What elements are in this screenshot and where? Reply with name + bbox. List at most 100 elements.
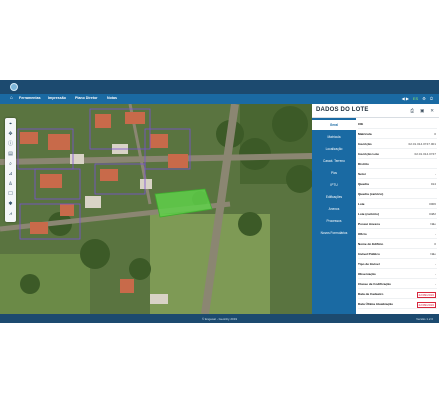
footer-copyright: © Engesat - GeoCity 2019 xyxy=(201,316,238,321)
field-row: Possui Anexos Não xyxy=(358,220,437,229)
menu-item-notas[interactable]: Notas xyxy=(107,96,117,100)
field-value: 02.01.014.0747 xyxy=(414,152,436,156)
info-icon[interactable]: ⓘ xyxy=(7,141,14,148)
locate-icon[interactable]: ⌕ xyxy=(7,161,14,168)
field-label: Quadra (cartório) xyxy=(358,192,384,196)
field-row: CIE xyxy=(358,120,437,129)
field-row: Inscrição Lote 02.01.014.0747 xyxy=(358,150,437,159)
close-icon[interactable]: ✕ xyxy=(430,108,434,114)
field-value: 014 xyxy=(430,182,436,186)
menu-item-impressao[interactable]: Impressão xyxy=(48,96,66,100)
field-row: Data de Cadastro 22/09/2016 xyxy=(358,290,437,299)
field-label: Inscrição xyxy=(358,142,372,146)
field-value: 0482 xyxy=(429,212,436,216)
tab-iptu[interactable]: IPTU xyxy=(312,180,356,190)
app-footer: © Engesat - GeoCity 2019 Versão 1.2.0 xyxy=(0,314,439,323)
field-row: Lote 0006 xyxy=(358,200,437,209)
print-icon[interactable]: ⎙ xyxy=(410,108,414,114)
field-label: Quadra xyxy=(358,182,369,186)
tab-edificacoes[interactable]: Edificações xyxy=(312,192,356,202)
field-label: Observação xyxy=(358,272,376,276)
field-row: Imóvel Público Não xyxy=(358,250,437,259)
field-row: Inscrição 02.01.014.0747.001 xyxy=(358,140,437,149)
field-row: Observação - xyxy=(358,270,437,279)
aerial-map-image xyxy=(0,104,312,314)
field-row: Nome do Edifício 0 xyxy=(358,240,437,249)
tab-processos[interactable]: Processos xyxy=(312,216,356,226)
menubar-right-tools: ◀ ▶ ES ⚙ ⏻ xyxy=(402,96,433,102)
field-label: Possui Anexos xyxy=(358,222,381,226)
footer-version: Versão 1.2.0 xyxy=(416,316,433,321)
panel-tabs: Geral Matrícula Localização Caract. Terr… xyxy=(312,118,356,314)
field-row: Tipo de Imóvel - xyxy=(358,260,437,269)
field-label: Oficio xyxy=(358,232,367,236)
field-value: 0 xyxy=(434,132,436,136)
field-label: Tipo de Imóvel xyxy=(358,262,380,266)
field-label: Nome do Edifício xyxy=(358,242,384,246)
tab-anexos[interactable]: Anexos xyxy=(312,204,356,214)
export-icon[interactable]: ▣ xyxy=(420,108,424,114)
field-label: Imóvel Público xyxy=(358,252,380,256)
field-value: Não xyxy=(430,252,436,256)
map-view[interactable]: ⌖ ✥ ⓘ ▤ ⌕ ⊿ ♙ ☐ ✱ ⩘ xyxy=(0,104,312,314)
field-row: Distrito xyxy=(358,160,437,169)
language-toggle[interactable]: ES xyxy=(413,96,418,102)
field-value: 0 xyxy=(434,242,436,246)
app-logo-icon xyxy=(10,83,18,91)
field-value: - xyxy=(434,272,436,276)
field-label: Data Última Atualização xyxy=(358,302,393,306)
field-row: Quadra 014 xyxy=(358,180,437,189)
field-row: Quadra (cartório) xyxy=(358,190,437,199)
tab-geral[interactable]: Geral xyxy=(312,120,356,130)
field-row: Data Última Atualização 22/09/2016 xyxy=(358,300,437,309)
tab-caract-terreno[interactable]: Caract. Terreno xyxy=(312,156,356,166)
comment-icon[interactable]: ☐ xyxy=(7,191,14,198)
home-icon[interactable]: ⌂ xyxy=(10,96,15,101)
measure-icon[interactable]: ⊿ xyxy=(7,171,14,178)
select-icon[interactable]: ⌖ xyxy=(7,121,14,128)
menu-item-ferramentas[interactable]: Ferramentas xyxy=(19,96,41,100)
panel-header-icons: ⎙ ▣ ✕ xyxy=(410,108,434,114)
chart-icon[interactable]: ⩘ xyxy=(7,211,14,218)
field-row: Classe de Codificação - xyxy=(358,280,437,289)
layers-icon[interactable]: ▤ xyxy=(7,151,14,158)
field-value: - xyxy=(434,282,436,286)
panel-header: DADOS DO LOTE ⎙ ▣ ✕ xyxy=(312,104,439,118)
field-value: 02.01.014.0747.001 xyxy=(408,142,436,146)
field-label: Distrito xyxy=(358,162,369,166)
field-value: 0006 xyxy=(429,202,436,206)
field-value-date: 22/09/2016 xyxy=(416,301,436,308)
field-label: CIE xyxy=(358,122,364,126)
field-label: Classe de Codificação xyxy=(358,282,391,286)
field-label: Lote (cartório) xyxy=(358,212,379,216)
field-row: Matrícula 0 xyxy=(358,130,437,139)
tab-localizacao[interactable]: Localização xyxy=(312,144,356,154)
field-value: - xyxy=(434,172,436,176)
field-label: Setor xyxy=(358,172,366,176)
person-icon[interactable]: ♙ xyxy=(7,181,14,188)
field-row: Oficio - xyxy=(358,230,437,239)
app-window: ⌂ Ferramentas Impressão Plano Diretor No… xyxy=(0,80,439,323)
top-header xyxy=(0,80,439,94)
tab-matricula[interactable]: Matrícula xyxy=(312,132,356,142)
nav-arrows-icon[interactable]: ◀ ▶ xyxy=(402,96,409,102)
field-label: Inscrição Lote xyxy=(358,152,379,156)
field-value: - xyxy=(434,262,436,266)
logout-icon[interactable]: ⏻ xyxy=(430,96,433,102)
lot-fields-list: CIE Matrícula 0 Inscrição 02.01.014.0747.0… xyxy=(358,118,439,314)
field-value: - xyxy=(434,232,436,236)
field-label: Lote xyxy=(358,202,365,206)
panel-title: DADOS DO LOTE xyxy=(316,107,369,113)
field-row: Lote (cartório) 0482 xyxy=(358,210,437,219)
settings-icon[interactable]: ⚙ xyxy=(422,96,426,102)
map-toolbox: ⌖ ✥ ⓘ ▤ ⌕ ⊿ ♙ ☐ ✱ ⩘ xyxy=(5,118,16,222)
lot-data-panel: DADOS DO LOTE ⎙ ▣ ✕ Geral Matrícula Loca… xyxy=(312,104,439,314)
menu-item-plano-diretor[interactable]: Plano Diretor xyxy=(75,96,98,100)
field-label: Data de Cadastro xyxy=(358,292,384,296)
map-settings-icon[interactable]: ✱ xyxy=(7,201,14,208)
tab-pics[interactable]: Pics xyxy=(312,168,356,178)
menu-bar: ⌂ Ferramentas Impressão Plano Diretor No… xyxy=(0,94,439,104)
field-label: Matrícula xyxy=(358,132,372,136)
tab-novos-formularios[interactable]: Novos Formulários xyxy=(312,228,356,238)
pan-icon[interactable]: ✥ xyxy=(7,131,14,138)
